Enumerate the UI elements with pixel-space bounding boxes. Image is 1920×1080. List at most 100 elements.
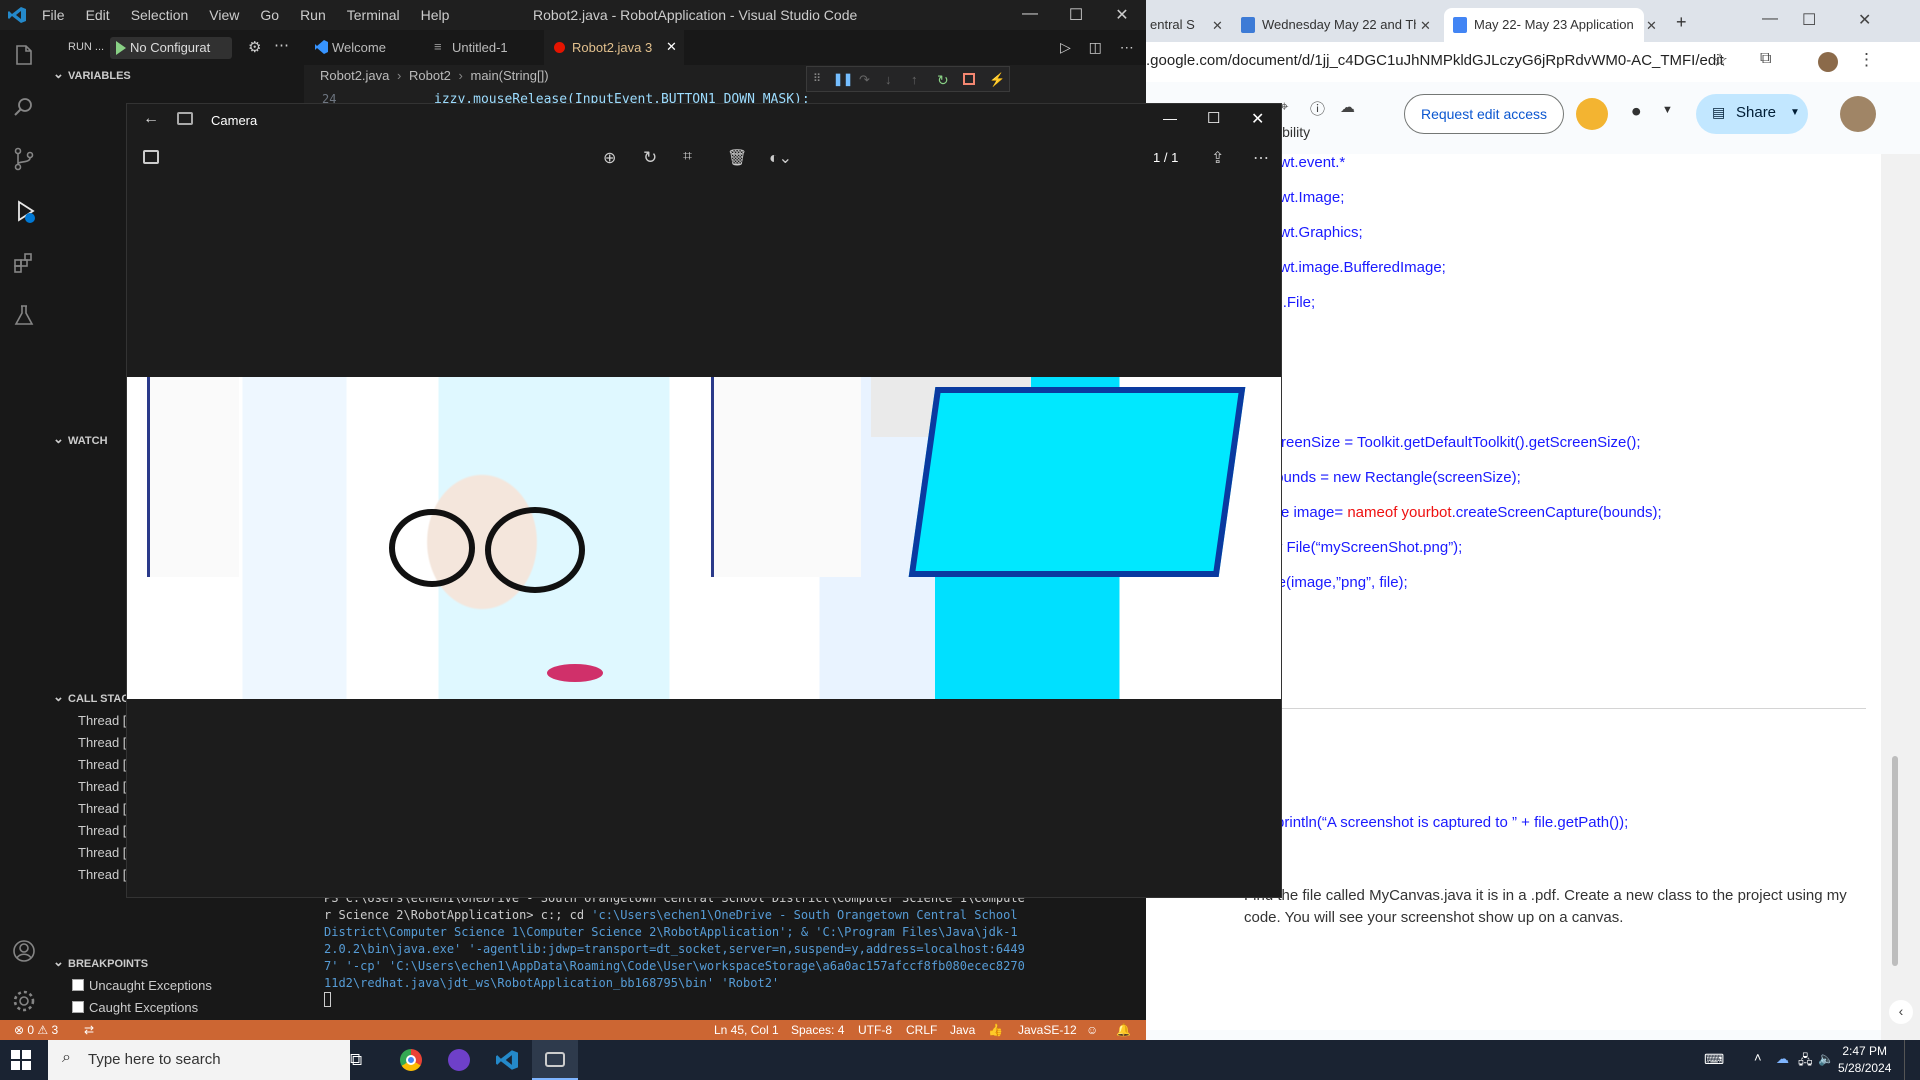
java-version[interactable]: JavaSE-12 <box>1018 1023 1077 1037</box>
close-tab-icon[interactable]: ✕ <box>1212 18 1223 34</box>
notifications-bell-icon[interactable]: 🔔 <box>1116 1023 1131 1037</box>
menu-run[interactable]: Run <box>300 7 326 23</box>
info-icon[interactable]: ⓘ <box>1310 98 1325 119</box>
taskbar-search[interactable]: ⌕ Type here to search <box>48 1040 350 1080</box>
run-file-icon[interactable]: ▷ <box>1060 39 1071 55</box>
taskbar-clock[interactable]: 2:47 PM 5/28/2024 <box>1838 1043 1891 1077</box>
settings-gear-icon[interactable] <box>11 988 37 1014</box>
rotate-icon[interactable]: ↻ <box>643 148 661 167</box>
network-icon[interactable]: 🖧 <box>1798 1051 1813 1073</box>
chrome-tab[interactable]: Wednesday May 22 and Thu <box>1232 8 1416 42</box>
github-desktop-icon[interactable] <box>436 1040 482 1080</box>
vscode-taskbar-icon[interactable] <box>484 1040 530 1080</box>
meet-video-icon[interactable]: ⏺ <box>1632 102 1641 122</box>
scrollbar-thumb[interactable] <box>1892 756 1898 966</box>
maximize-icon[interactable]: ☐ <box>1207 109 1220 127</box>
thread-item[interactable]: Thread [ <box>78 735 126 750</box>
close-icon[interactable]: ✕ <box>1251 109 1264 129</box>
indentation[interactable]: Spaces: 4 <box>791 1023 844 1037</box>
thread-item[interactable]: Thread [ <box>78 845 126 860</box>
stop-icon[interactable] <box>963 73 975 85</box>
run-config-select[interactable]: No Configurat <box>110 37 232 59</box>
collapse-panel-icon[interactable]: ‹ <box>1889 1000 1913 1024</box>
debug-settings-gear-icon[interactable]: ⚙ <box>248 38 261 56</box>
windows-start-icon[interactable] <box>11 1050 31 1070</box>
restart-icon[interactable]: ↻ <box>937 72 951 88</box>
menu-help[interactable]: Help <box>421 7 450 23</box>
page-scrollbar[interactable]: ‹ <box>1881 154 1920 1040</box>
tab-welcome[interactable]: Welcome <box>304 30 424 65</box>
breakpoint-uncaught[interactable]: Uncaught Exceptions <box>72 978 212 993</box>
hot-code-replace-icon[interactable]: ⚡ <box>989 72 1005 87</box>
more-actions-icon[interactable]: ⋯ <box>1120 39 1134 55</box>
chrome-taskbar-icon[interactable] <box>388 1040 434 1080</box>
cloud-saved-icon[interactable]: ☁ <box>1340 98 1355 116</box>
call-stack-header[interactable]: CALL STACK <box>48 689 137 705</box>
minimize-icon[interactable]: — <box>1762 10 1778 28</box>
extensions-puzzle-icon[interactable]: ⧉ <box>1760 50 1771 68</box>
profile-avatar[interactable] <box>1818 52 1838 72</box>
menu-view[interactable]: View <box>209 7 239 23</box>
split-editor-icon[interactable]: ◫ <box>1089 39 1102 55</box>
thread-item[interactable]: Thread [ <box>78 823 126 838</box>
thread-item[interactable]: Thread [ <box>78 867 126 882</box>
menu-terminal[interactable]: Terminal <box>347 7 400 23</box>
checkbox[interactable] <box>72 1001 84 1013</box>
menu-edit[interactable]: Edit <box>86 7 110 23</box>
source-control-icon[interactable] <box>11 146 37 172</box>
breakpoint-caught[interactable]: Caught Exceptions <box>72 1000 198 1015</box>
url-text[interactable]: .google.com/document/d/1jj_c4DGC1uJhNMPk… <box>1146 52 1724 69</box>
encoding[interactable]: UTF-8 <box>858 1023 892 1037</box>
run-debug-icon[interactable] <box>11 198 37 224</box>
breadcrumb-file[interactable]: Robot2.java <box>320 68 389 83</box>
line-ending[interactable]: CRLF <box>906 1023 937 1037</box>
caret-down-icon[interactable]: ▼ <box>1790 107 1800 118</box>
thumbs-up-icon[interactable]: 👍 <box>988 1023 1003 1037</box>
share-icon[interactable]: ⇪ <box>1211 148 1229 167</box>
start-debug-icon[interactable] <box>116 41 126 55</box>
problems-count[interactable]: ⊗ 0 ⚠ 3 <box>14 1023 58 1037</box>
language-mode[interactable]: Java <box>950 1023 975 1037</box>
address-bar[interactable]: .google.com/document/d/1jj_c4DGC1uJhNMPk… <box>1146 42 1920 82</box>
bookmark-star-icon[interactable]: ☆ <box>1712 50 1728 71</box>
tab-robot2-java[interactable]: Robot2.java 3 ✕ <box>544 30 684 65</box>
search-icon[interactable] <box>11 94 37 120</box>
minimize-icon[interactable]: — <box>1020 5 1040 23</box>
maximize-icon[interactable]: ☐ <box>1802 10 1816 30</box>
more-options-icon[interactable]: ⋯ <box>1253 148 1271 167</box>
explorer-icon[interactable] <box>11 42 37 68</box>
checkbox[interactable] <box>72 979 84 991</box>
chrome-tab[interactable]: entral S <box>1146 8 1208 42</box>
caret-down-icon[interactable]: ▼ <box>1662 104 1673 116</box>
watch-header[interactable]: WATCH <box>48 431 108 447</box>
volume-icon[interactable]: 🔈 <box>1818 1051 1834 1067</box>
step-into-icon[interactable]: ↓ <box>885 72 899 87</box>
chrome-menu-icon[interactable]: ⋮ <box>1858 50 1875 70</box>
camera-taskbar-icon[interactable] <box>532 1040 578 1080</box>
thread-item[interactable]: Thread [ <box>78 713 126 728</box>
breadcrumb-class[interactable]: Robot2 <box>409 68 451 83</box>
minimize-icon[interactable]: — <box>1163 110 1177 126</box>
close-tab-icon[interactable]: ✕ <box>666 39 677 55</box>
more-actions-icon[interactable]: ⋯ <box>274 36 289 54</box>
drag-handle-icon[interactable]: ⠿ <box>813 72 827 86</box>
feedback-icon[interactable]: ☺ <box>1086 1023 1098 1037</box>
onedrive-cloud-icon[interactable]: ☁ <box>1776 1051 1789 1067</box>
account-icon[interactable] <box>11 938 37 964</box>
tab-untitled[interactable]: ≡ Untitled-1 <box>424 30 544 65</box>
task-view-icon[interactable]: ⧉ <box>336 1040 382 1080</box>
edit-menu-icon[interactable]: ◐⌄ <box>769 148 805 167</box>
crop-icon[interactable]: ⌗ <box>683 148 701 166</box>
testing-icon[interactable] <box>11 302 37 328</box>
breakpoints-header[interactable]: BREAKPOINTS <box>48 954 148 970</box>
user-avatar[interactable] <box>1840 96 1876 132</box>
close-icon[interactable]: ✕ <box>1112 5 1132 25</box>
debug-status-icon[interactable]: ⇄ <box>84 1023 94 1037</box>
keyboard-icon[interactable]: ⌨ <box>1704 1051 1724 1068</box>
delete-icon[interactable]: 🗑 <box>727 148 747 167</box>
show-hidden-icons-chevron-icon[interactable]: ˄ <box>1754 1050 1762 1065</box>
close-tab-icon[interactable]: ✕ <box>1420 18 1431 34</box>
request-edit-access-button[interactable]: Request edit access <box>1404 94 1564 134</box>
menu-file[interactable]: File <box>42 7 65 23</box>
chrome-tab-active[interactable]: May 22- May 23 Application <box>1444 8 1644 42</box>
